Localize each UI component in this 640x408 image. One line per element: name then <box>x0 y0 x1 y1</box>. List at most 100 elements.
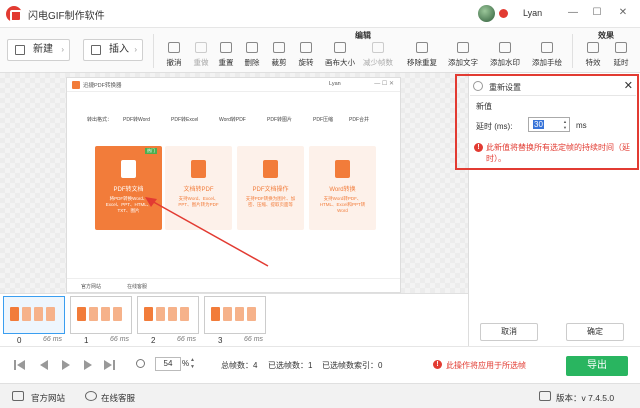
vip-icon[interactable] <box>499 9 508 18</box>
reduce-frames-icon <box>372 42 384 53</box>
frame-thumbnail[interactable]: 1 66 ms <box>70 296 132 346</box>
tool-delete[interactable]: 删除 <box>237 42 267 70</box>
last-frame-arrow-icon[interactable] <box>104 360 112 370</box>
tool-add-drawing[interactable]: 添加手绘 <box>530 42 564 70</box>
website-icon <box>12 391 24 401</box>
reset-icon <box>220 42 232 53</box>
preview-link: PDF转Excel <box>171 117 199 123</box>
tool-undo[interactable]: 撤消 <box>159 42 189 70</box>
delay-icon <box>615 42 627 53</box>
pdf-file-icon <box>121 160 136 178</box>
tool-add-text[interactable]: 添加文字 <box>446 42 480 70</box>
tool-label: 添加手绘 <box>532 58 562 67</box>
warning-icon: ! <box>433 360 442 369</box>
tool-effects[interactable]: 特效 <box>578 42 608 70</box>
frame-index: 1 <box>84 336 89 345</box>
toolbar-divider <box>153 34 154 68</box>
pdf-tools-icon <box>263 160 278 178</box>
tool-canvas-size[interactable]: 画布大小 <box>323 42 357 70</box>
next-frame-icon[interactable] <box>84 360 92 370</box>
zoom-input[interactable]: 54 <box>155 357 181 371</box>
apply-warning: 此操作将应用于所选帧 <box>446 361 526 370</box>
preview-card-word: Word转换 支持Word转PDF、HTML、Excel和PPT转Word <box>309 146 376 230</box>
frame-thumbnail[interactable]: 3 66 ms <box>204 296 266 346</box>
close-button[interactable]: ✕ <box>616 6 630 20</box>
tool-crop[interactable]: 裁剪 <box>264 42 294 70</box>
preview-link: PDF合并 <box>349 117 370 123</box>
zoom-spinner-icon[interactable]: ▲ ▼ <box>190 357 195 371</box>
preview-link: 转出格式： <box>87 117 113 123</box>
tool-delay[interactable]: 延时 <box>606 42 636 70</box>
tool-label: 添加水印 <box>490 58 520 67</box>
preview-user: Lyan <box>329 81 341 87</box>
insert-icon <box>91 45 101 55</box>
new-button-label: 新建 <box>33 44 53 55</box>
remove-duplicates-icon <box>416 42 428 53</box>
cancel-button[interactable]: 取消 <box>480 323 538 341</box>
playback-controls: 54 % ▲ ▼ 总帧数：4 已选帧数：1 已选帧数索引：0 ! 此操作将应用于所… <box>0 346 640 378</box>
website-link[interactable]: 官方网站 <box>31 392 65 404</box>
tool-remove-duplicates[interactable]: 移除重复 <box>405 42 439 70</box>
preview-card-desc: 支持Word、Excel、PPT、图片转为PDF <box>178 196 219 207</box>
effect-section-label: 效果 <box>598 31 614 40</box>
preview-card-title: Word转换 <box>329 187 356 193</box>
selected-frame-index: 已选帧数索引：0 <box>322 361 383 370</box>
preview-badge: 热门 <box>145 148 157 154</box>
new-button[interactable]: 新建 › <box>7 39 70 61</box>
zoom-icon <box>136 359 145 368</box>
tool-label: 移除重复 <box>407 58 437 67</box>
zoom-unit: % <box>182 359 190 368</box>
minimize-button[interactable]: — <box>566 6 580 20</box>
app-logo-icon <box>6 6 22 22</box>
title-bar: 闪电GIF制作软件 Lyan — ☐ ✕ <box>0 0 640 28</box>
preview-window-controls: — ☐ ✕ <box>374 81 394 87</box>
canvas-size-icon <box>334 42 346 53</box>
frame-delay: 66 ms <box>43 336 63 343</box>
tool-reduce-frames[interactable]: 减少帧数 <box>361 42 395 70</box>
frame-delay: 66 ms <box>177 336 197 343</box>
preview-card-title: PDF转文档 <box>113 187 144 193</box>
preview-card-pdf-ops: PDF文档操作 支持PDF转换为图片、加密、压缩、提取页面等 <box>237 146 304 230</box>
redo-icon <box>195 42 207 53</box>
frame-image <box>137 296 199 334</box>
total-frames: 总帧数：4 <box>221 361 258 370</box>
tool-label: 减少帧数 <box>363 58 393 67</box>
preview-card-desc: 支持PDF转换为图片、加密、压缩、提取页面等 <box>245 196 296 207</box>
support-link[interactable]: 在线客服 <box>101 392 135 404</box>
first-frame-arrow-icon[interactable] <box>17 360 25 370</box>
play-icon[interactable] <box>62 360 70 370</box>
frame-thumbnail[interactable]: 2 66 ms <box>137 296 199 346</box>
insert-button[interactable]: 插入 › <box>83 39 143 61</box>
username[interactable]: Lyan <box>523 8 542 18</box>
tool-label: 特效 <box>585 58 601 67</box>
preview-link: PDF压缩 <box>313 117 334 123</box>
support-icon <box>85 391 97 401</box>
tool-rotate[interactable]: 旋转 <box>291 42 321 70</box>
frame-index: 3 <box>218 336 223 345</box>
tool-label: 裁剪 <box>271 58 287 67</box>
avatar[interactable] <box>478 5 495 22</box>
export-button[interactable]: 导出 <box>566 356 628 376</box>
first-frame-icon[interactable] <box>14 360 16 370</box>
frame-index: 0 <box>17 336 22 345</box>
preview-link: Word转PDF <box>219 117 246 123</box>
preview-card-title: 文档转PDF <box>183 187 214 193</box>
preview-link: PDF转图片 <box>267 117 293 123</box>
previous-frame-icon[interactable] <box>40 360 48 370</box>
tool-add-watermark[interactable]: 添加水印 <box>488 42 522 70</box>
chevron-right-icon: › <box>134 45 137 54</box>
footer: 官方网站 在线客服 版本：v 7.4.5.0 <box>0 383 640 408</box>
ok-button[interactable]: 确定 <box>566 323 624 341</box>
frame-index: 2 <box>151 336 156 345</box>
last-frame-icon[interactable] <box>113 360 115 370</box>
document-icon <box>191 160 206 178</box>
insert-button-label: 插入 <box>109 44 129 55</box>
preview-titlebar: 迅捷PDF转换器 Lyan — ☐ ✕ <box>67 78 400 92</box>
watermark-icon <box>499 42 511 53</box>
maximize-button[interactable]: ☐ <box>590 6 604 20</box>
preview-card-desc: 支持Word转PDF、HTML、Excel和PPT转Word <box>319 196 366 213</box>
new-file-icon <box>15 45 25 55</box>
frame-delay: 66 ms <box>110 336 130 343</box>
frame-thumbnail[interactable]: 0 66 ms <box>3 296 65 346</box>
text-icon <box>457 42 469 53</box>
